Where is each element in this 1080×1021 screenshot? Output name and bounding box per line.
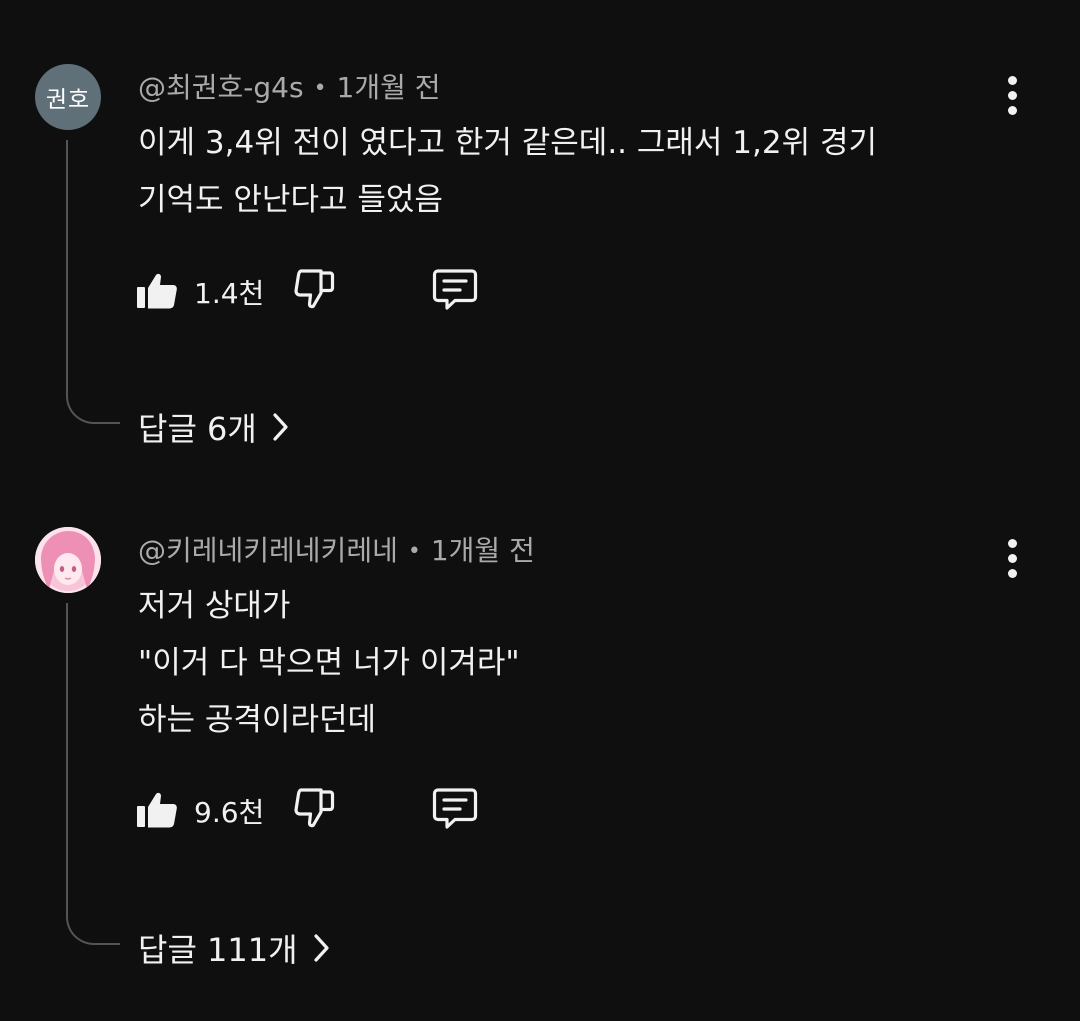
more-vertical-icon <box>1007 75 1017 85</box>
thumbs-down-icon <box>292 786 338 836</box>
chevron-right-icon <box>313 934 329 962</box>
reply-button[interactable] <box>430 268 480 316</box>
comment-bubble-icon <box>430 266 480 318</box>
more-options-button[interactable] <box>996 70 1028 120</box>
chevron-right-icon <box>273 413 288 441</box>
comment-meta: @최권호-g4s • 1개월 전 <box>138 66 441 106</box>
meta-separator: • <box>313 76 327 101</box>
like-button[interactable]: 9.6천 <box>134 787 264 835</box>
comment-text-line: 기억도 안난다고 들었음 <box>138 182 443 218</box>
thread-connector-line <box>66 140 120 424</box>
thumbs-down-icon <box>292 267 338 317</box>
more-options-button[interactable] <box>996 533 1028 583</box>
comment-actions: 1.4천 <box>134 268 534 316</box>
like-count: 9.6천 <box>194 796 265 829</box>
comment-text-line: "이거 다 막으면 너가 이겨라" <box>138 645 520 681</box>
dislike-button[interactable] <box>292 787 338 835</box>
dislike-button[interactable] <box>292 268 338 316</box>
comment-author[interactable]: @키레네키레네키레네 <box>138 534 398 567</box>
avatar[interactable]: 권호 <box>35 64 101 130</box>
more-vertical-icon <box>1007 538 1017 548</box>
comment-actions: 9.6천 <box>134 787 534 835</box>
comment-author[interactable]: @최권호-g4s <box>138 71 304 104</box>
comment-text-line: 저거 상대가 <box>138 588 291 624</box>
view-replies-button[interactable]: 답글 6개 <box>138 404 291 450</box>
meta-separator: • <box>407 539 421 564</box>
avatar[interactable] <box>35 527 101 593</box>
comment-text: 이게 3,4위 전이 였다고 한거 같은데.. 그래서 1,2위 경기 기억도 … <box>138 115 877 229</box>
like-count: 1.4천 <box>194 277 265 310</box>
comment-meta: @키레네키레네키레네 • 1개월 전 <box>138 529 535 569</box>
anime-avatar-image <box>35 527 101 593</box>
comment-text: 저거 상대가 "이거 다 막으면 너가 이겨라" 하는 공격이라던데 <box>138 578 520 749</box>
comment-time: 1개월 전 <box>336 71 441 104</box>
reply-button[interactable] <box>430 787 480 835</box>
thread-connector-line <box>66 603 120 945</box>
comment-bubble-icon <box>430 785 480 837</box>
comment-text-line: 하는 공격이라던데 <box>138 702 377 738</box>
replies-label: 답글 6개 <box>138 410 257 448</box>
comment-time: 1개월 전 <box>430 534 535 567</box>
thumbs-up-icon <box>134 786 180 836</box>
replies-label: 답글 111개 <box>138 931 298 969</box>
thumbs-up-icon <box>134 267 180 317</box>
like-button[interactable]: 1.4천 <box>134 268 264 316</box>
view-replies-button[interactable]: 답글 111개 <box>138 925 332 971</box>
comment-text-line: 이게 3,4위 전이 였다고 한거 같은데.. 그래서 1,2위 경기 <box>138 125 878 161</box>
